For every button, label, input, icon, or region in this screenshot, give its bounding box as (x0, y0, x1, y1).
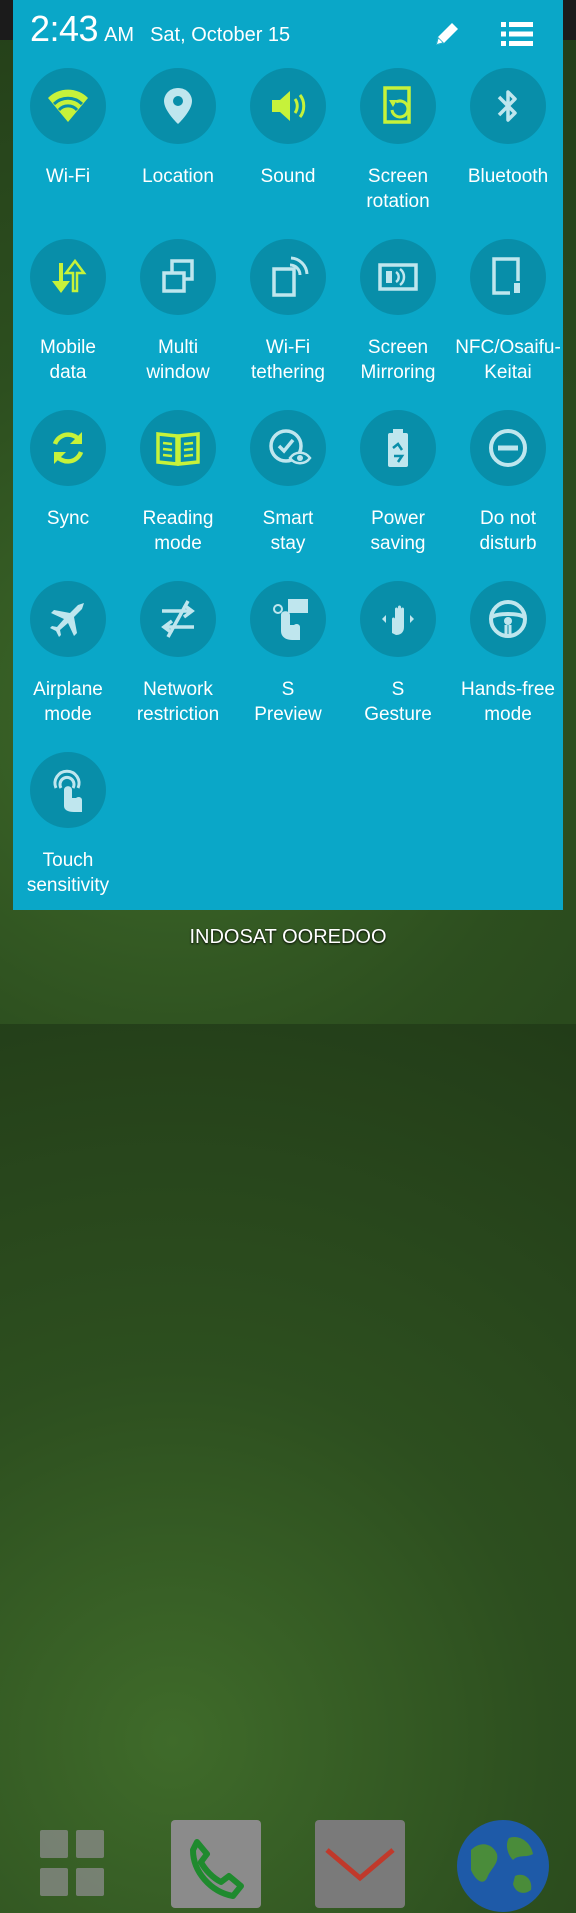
toggle-multi-window[interactable]: Multi window (123, 239, 233, 399)
home-dock: INDOSAT OOREDOO (0, 910, 576, 1912)
clock-time: 2:43 (30, 8, 99, 49)
s-preview-icon[interactable] (250, 581, 326, 657)
airplane-icon[interactable] (30, 581, 106, 657)
toggle-label: Screen rotation (366, 166, 430, 212)
do-not-disturb-icon[interactable] (470, 410, 546, 486)
hands-free-icon[interactable] (470, 581, 546, 657)
phone-icon[interactable] (171, 1820, 261, 1908)
power-saving-icon[interactable] (360, 410, 436, 486)
toggle-label: Power saving (370, 508, 426, 554)
toggle-do-not-disturb[interactable]: Do not disturb (453, 410, 563, 570)
toggle-label: Reading mode (142, 508, 214, 554)
wifi-icon[interactable] (30, 68, 106, 144)
sync-icon[interactable] (30, 410, 106, 486)
toggle-network-restriction[interactable]: Network restriction (123, 581, 233, 741)
toggle-label: Location (142, 166, 214, 187)
apps-grid-icon[interactable] (40, 1830, 106, 1896)
quick-settings-panel: 2:43 AM Sat, October 15 Wi-Fi Location Sou… (13, 0, 563, 910)
toggle-label: Do not disturb (479, 508, 537, 554)
toggle-s-preview[interactable]: S Preview (233, 581, 343, 741)
wifi-tethering-icon[interactable] (250, 239, 326, 315)
edit-icon[interactable] (427, 14, 467, 54)
toggle-label: S Preview (254, 679, 322, 725)
multi-window-icon[interactable] (140, 239, 216, 315)
toggle-label: Mobile data (40, 337, 96, 383)
toggle-label: Sync (46, 508, 90, 529)
toggle-label: Multi window (146, 337, 210, 383)
clock-ampm: AM (104, 24, 135, 46)
toggle-sound[interactable]: Sound (233, 68, 343, 228)
screen-mirroring-icon[interactable] (360, 239, 436, 315)
toggle-location[interactable]: Location (123, 68, 233, 228)
reading-mode-icon[interactable] (140, 410, 216, 486)
s-gesture-icon[interactable] (360, 581, 436, 657)
toggle-reading-mode[interactable]: Reading mode (123, 410, 233, 570)
toggle-screen-mirroring[interactable]: Screen Mirroring (343, 239, 453, 399)
carrier-label: INDOSAT OOREDOO (189, 926, 387, 948)
toggle-label: Hands-free mode (461, 679, 555, 725)
toggle-mobile-data[interactable]: Mobile data (13, 239, 123, 399)
toggle-label: Airplane mode (33, 679, 103, 725)
toggle-label: Sound (260, 166, 316, 187)
toggle-label: Bluetooth (467, 166, 549, 187)
toggle-wifi[interactable]: Wi-Fi (13, 68, 123, 228)
screen-rotation-icon[interactable] (360, 68, 436, 144)
toggle-label: NFC/Osaifu- Keitai (455, 337, 561, 383)
toggle-s-gesture[interactable]: S Gesture (343, 581, 453, 741)
toggle-wifi-tethering[interactable]: Wi-Fi tethering (233, 239, 343, 399)
sound-icon[interactable] (250, 68, 326, 144)
toggle-sync[interactable]: Sync (13, 410, 123, 570)
toggle-touch-sensitivity[interactable]: Touch sensitivity (13, 752, 123, 912)
toggle-label: S Gesture (364, 679, 432, 725)
nfc-icon[interactable] (470, 239, 546, 315)
touch-sensitivity-icon[interactable] (30, 752, 106, 828)
toggle-label: Smart stay (262, 508, 314, 554)
toggle-label: Wi-Fi (45, 166, 91, 187)
mobile-data-icon[interactable] (30, 239, 106, 315)
toggle-power-saving[interactable]: Power saving (343, 410, 453, 570)
status-header: 2:43 AM Sat, October 15 (30, 8, 290, 52)
list-icon[interactable] (497, 14, 537, 54)
toggle-smart-stay[interactable]: Smart stay (233, 410, 343, 570)
network-restriction-icon[interactable] (140, 581, 216, 657)
toggle-label: Network restriction (136, 679, 220, 725)
location-icon[interactable] (140, 68, 216, 144)
globe-icon[interactable] (457, 1820, 549, 1912)
email-icon[interactable] (315, 1820, 405, 1908)
toggle-label: Screen Mirroring (360, 337, 436, 383)
toggle-nfc[interactable]: NFC/Osaifu- Keitai (453, 239, 563, 399)
toggle-screen-rotation[interactable]: Screen rotation (343, 68, 453, 228)
toggle-bluetooth[interactable]: Bluetooth (453, 68, 563, 228)
toggle-airplane[interactable]: Airplane mode (13, 581, 123, 741)
smart-stay-icon[interactable] (250, 410, 326, 486)
toggle-label: Wi-Fi tethering (251, 337, 325, 383)
bluetooth-icon[interactable] (470, 68, 546, 144)
toggle-hands-free[interactable]: Hands-free mode (453, 581, 563, 741)
date-label: Sat, October 15 (150, 24, 291, 46)
toggle-label: Touch sensitivity (26, 850, 110, 896)
